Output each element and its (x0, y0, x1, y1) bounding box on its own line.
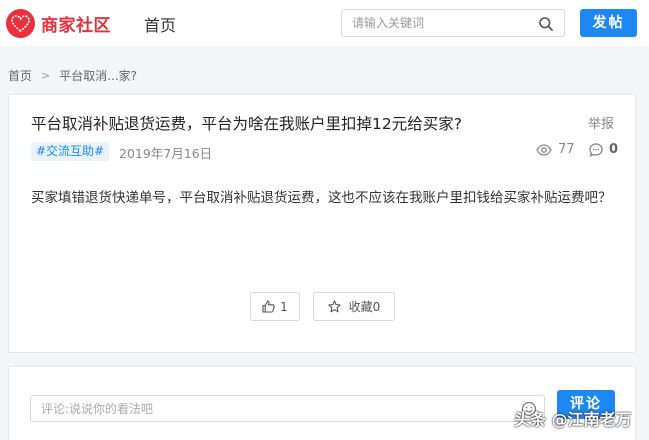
search-box (341, 9, 565, 37)
comment-input-box (30, 395, 545, 422)
post-date: 2019年7月16日 (119, 146, 213, 161)
post-button[interactable]: 发帖 (580, 9, 637, 37)
search-icon[interactable] (538, 16, 554, 32)
view-count: 77 (536, 142, 575, 157)
nav-home-link[interactable]: 首页 (144, 12, 176, 36)
breadcrumb-home[interactable]: 首页 (8, 67, 32, 84)
post-content: 买家填错退货快递单号，平台取消补贴退货运费，这也不应该在我账户里扣钱给买家补贴运… (31, 190, 612, 206)
eye-icon (536, 143, 552, 156)
comment-count-value: 0 (609, 142, 619, 157)
watermark-text: 头条 @江南老万 (514, 410, 632, 429)
breadcrumb-separator: > (41, 69, 51, 82)
like-button[interactable]: 1 (250, 292, 300, 321)
comment-input[interactable] (41, 400, 511, 418)
like-count: 1 (280, 299, 288, 314)
view-count-value: 77 (558, 142, 575, 157)
top-header: 商家社区 首页 发帖 (0, 0, 649, 46)
comment-bubble-icon (589, 142, 603, 157)
post-title: 平台取消补贴退货运费，平台为啥在我账户里扣掉12元给买家? (31, 115, 462, 133)
brand-logo[interactable]: 商家社区 (6, 8, 111, 38)
topic-tag[interactable]: #交流互助# (31, 142, 110, 161)
brand-name: 商家社区 (41, 15, 111, 36)
heart-logo-icon (6, 8, 35, 38)
post-card: 平台取消补贴退货运费，平台为啥在我账户里扣掉12元给买家? 举报 #交流互助# … (8, 94, 636, 353)
search-input[interactable] (352, 14, 532, 32)
favorite-label: 收藏0 (348, 300, 381, 314)
breadcrumb: 首页 > 平台取消...家? (8, 67, 137, 84)
breadcrumb-current: 平台取消...家? (59, 69, 138, 83)
comment-count: 0 (589, 142, 618, 157)
thumbs-up-icon (262, 300, 275, 313)
star-icon (327, 300, 341, 313)
report-link[interactable]: 举报 (588, 113, 614, 132)
favorite-button[interactable]: 收藏0 (313, 292, 395, 321)
